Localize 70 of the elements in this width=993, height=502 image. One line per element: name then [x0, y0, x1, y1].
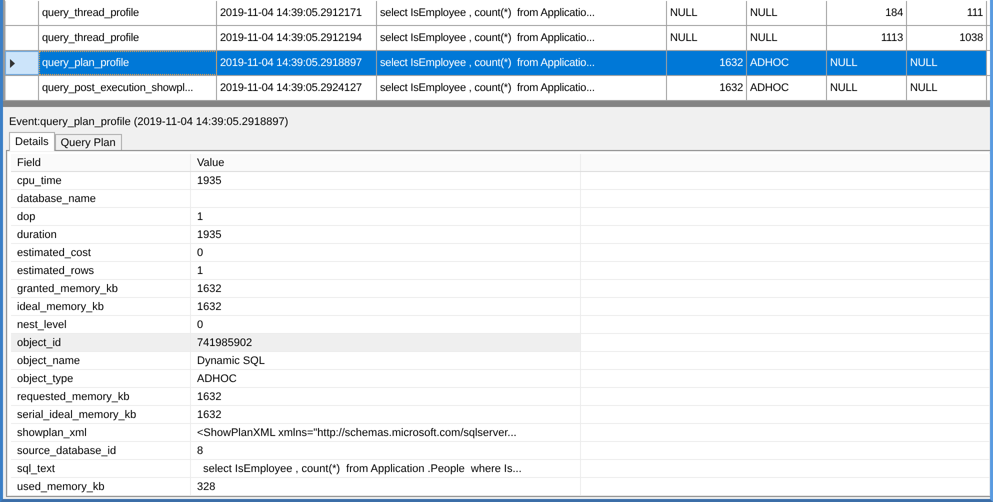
column-header[interactable]: Value: [191, 154, 581, 171]
table-cell: granted_memory_kb: [11, 280, 191, 297]
table-cell: 1632: [191, 406, 581, 423]
current-row-icon: [10, 58, 15, 68]
tab[interactable]: Details: [9, 132, 55, 151]
table-cell: 2019-11-04 14:39:05.2918897: [217, 51, 377, 75]
table-cell: query_plan_profile: [39, 51, 217, 75]
table-cell: requested_memory_kb: [11, 388, 191, 405]
table-cell: NULL: [667, 1, 747, 25]
table-cell: select IsEmployee , count(*) from Applicatio...: [377, 26, 667, 50]
table-cell: select IsEmployee , count(*) from Applicatio...: [377, 76, 667, 100]
table-cell: select IsEmployee , count(*) from Applicatio...: [377, 1, 667, 25]
table-cell: 0: [191, 316, 581, 333]
table-cell: serial_ideal_memory_kb: [11, 406, 191, 423]
table-cell: source_database_id: [11, 442, 191, 459]
table-cell: select IsEmployee , count(*) from Applicatio...: [377, 51, 667, 75]
table-cell: NULL: [747, 1, 827, 25]
table-cell: 741985902: [191, 334, 581, 351]
table-cell: 1935: [191, 226, 581, 243]
table-cell: estimated_rows: [11, 262, 191, 279]
table-cell: used_memory_kb: [11, 478, 191, 495]
tab[interactable]: Query Plan: [54, 134, 122, 150]
table-cell: object_type: [11, 370, 191, 387]
table-cell: NULL: [747, 26, 827, 50]
table-cell: object_id: [11, 334, 191, 351]
table-cell: 1632: [191, 298, 581, 315]
table-cell: object_name: [11, 352, 191, 369]
table-cell: Dynamic SQL: [191, 352, 581, 369]
table-cell: duration: [11, 226, 191, 243]
table-cell: query_post_execution_showpl...: [39, 76, 217, 100]
table-cell: database_name: [11, 190, 191, 207]
table-cell: query_thread_profile: [39, 26, 217, 50]
table-cell: ADHOC: [747, 76, 827, 100]
table-cell: 1632: [191, 280, 581, 297]
table-cell: 0: [191, 244, 581, 261]
table-cell: 2019-11-04 14:39:05.2912194: [217, 26, 377, 50]
table-cell: 1: [191, 208, 581, 225]
table-cell: NULL: [827, 76, 907, 100]
table-cell: 1632: [667, 76, 747, 100]
table-cell: 1: [191, 262, 581, 279]
row-header[interactable]: [5, 51, 39, 75]
table-cell: <ShowPlanXML xmlns="http://schemas.microsoft.com/sqlserver...: [191, 424, 581, 441]
table-cell: NULL: [667, 26, 747, 50]
table-cell: 8: [191, 442, 581, 459]
column-header[interactable]: Field: [11, 154, 191, 171]
table-cell: 1113: [827, 26, 907, 50]
table-cell: nest_level: [11, 316, 191, 333]
table-cell: ideal_memory_kb: [11, 298, 191, 315]
table-cell: 184: [827, 1, 907, 25]
table-cell: select IsEmployee , count(*) from Application .People where Is...: [191, 460, 581, 477]
table-cell: sql_text: [11, 460, 191, 477]
event-title: Event:query_plan_profile (2019-11-04 14:39:05.2918897): [8, 115, 290, 127]
table-cell: dop: [11, 208, 191, 225]
table-cell: ADHOC: [747, 51, 827, 75]
table-cell: NULL: [907, 76, 987, 100]
table-cell: 111: [907, 1, 987, 25]
table-cell: estimated_cost: [11, 244, 191, 261]
table-cell: ADHOC: [191, 370, 581, 387]
table-cell: NULL: [907, 51, 987, 75]
table-cell: NULL: [827, 51, 907, 75]
table-cell: 1038: [907, 26, 987, 50]
table-cell: 1935: [191, 172, 581, 189]
table-cell: 328: [191, 478, 581, 495]
table-cell: 1632: [191, 388, 581, 405]
table-cell: 2019-11-04 14:39:05.2924127: [217, 76, 377, 100]
table-cell: cpu_time: [11, 172, 191, 189]
table-cell: 1632: [667, 51, 747, 75]
table-cell: query_thread_profile: [39, 1, 217, 25]
table-cell: showplan_xml: [11, 424, 191, 441]
table-cell: 2019-11-04 14:39:05.2912171: [217, 1, 377, 25]
